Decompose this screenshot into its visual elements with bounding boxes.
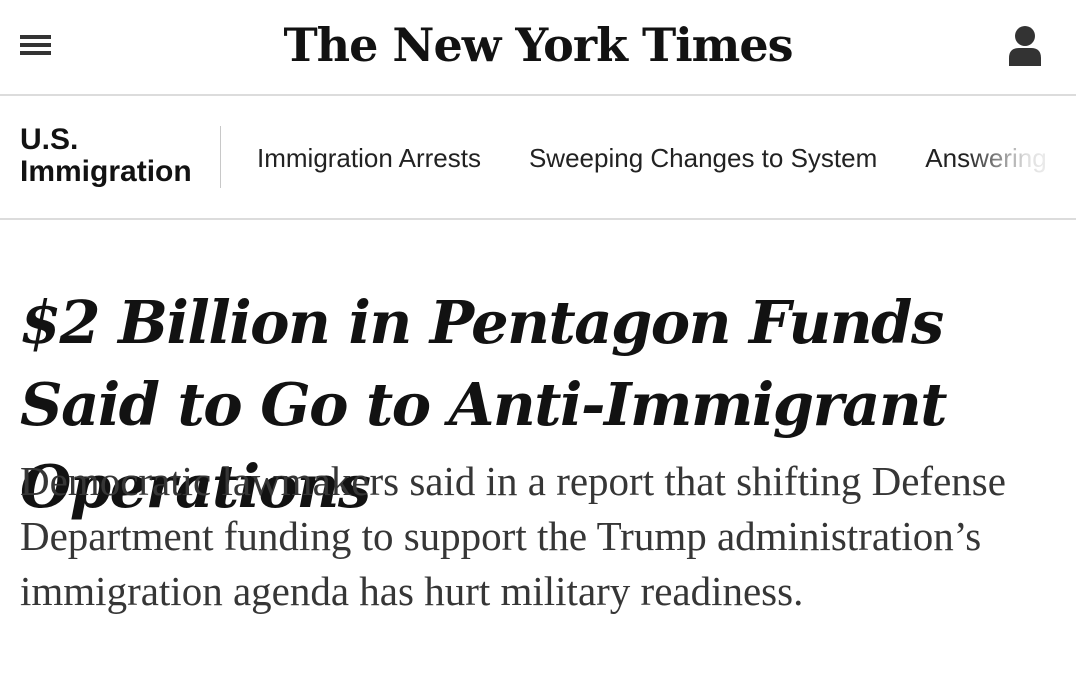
nyt-logo[interactable]: The New York Times (0, 12, 1076, 78)
section-nav-links: Immigration Arrests Sweeping Changes to S… (257, 142, 1076, 174)
masthead: The New York Times (0, 0, 1076, 96)
article-summary: Democratic lawmakers said in a report th… (20, 458, 1006, 614)
nav-link-immigration-arrests[interactable]: Immigration Arrests (257, 142, 481, 174)
section-navigation-bar: U.S. Immigration Immigration Arrests Swee… (0, 96, 1076, 220)
section-title-line2: Immigration (20, 155, 192, 188)
nav-link-sweeping-changes[interactable]: Sweeping Changes to System (529, 142, 877, 174)
user-account-icon[interactable] (1004, 24, 1046, 68)
section-title-line1: U.S. (20, 123, 79, 156)
nav-link-answering[interactable]: Answering (925, 142, 1046, 174)
section-divider (220, 126, 221, 188)
section-title-us-immigration[interactable]: U.S. Immigration (20, 124, 210, 188)
user-silhouette-icon (1009, 26, 1041, 66)
